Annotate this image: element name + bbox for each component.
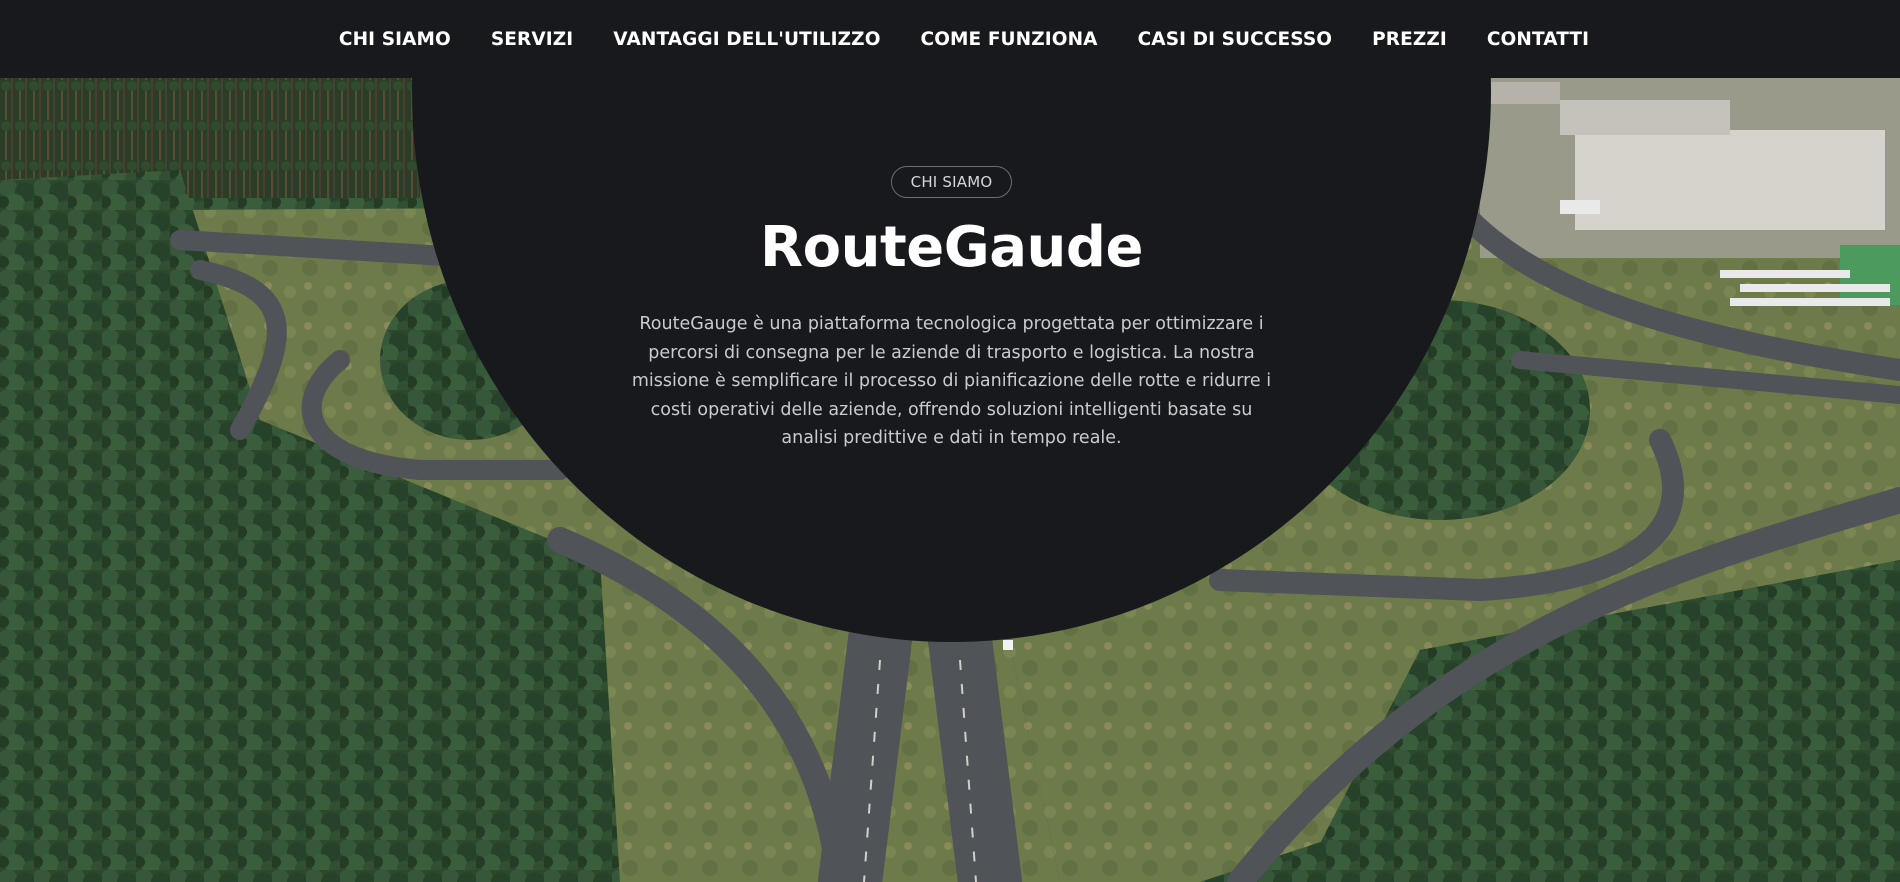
- nav-item-prezzi[interactable]: PREZZI: [1352, 29, 1467, 50]
- hero-description: RouteGauge è una piattaforma tecnologica…: [631, 314, 1272, 448]
- nav-item-casi-di-successo[interactable]: CASI DI SUCCESSO: [1118, 29, 1353, 50]
- nav-item-contatti[interactable]: CONTATTI: [1467, 29, 1609, 50]
- page-title: RouteGaude: [760, 215, 1143, 280]
- nav-item-chi-siamo[interactable]: CHI SIAMO: [319, 29, 471, 50]
- nav-item-servizi[interactable]: SERVIZI: [471, 29, 593, 50]
- hero-content: CHI SIAMO RouteGaude RouteGauge è una pi…: [412, 150, 1491, 453]
- section-badge: CHI SIAMO: [890, 166, 1013, 198]
- nav-item-vantaggi[interactable]: VANTAGGI DELL'UTILIZZO: [593, 29, 900, 50]
- nav-menu: CHI SIAMO SERVIZI VANTAGGI DELL'UTILIZZO…: [319, 29, 1609, 50]
- main-navigation: CHI SIAMO SERVIZI VANTAGGI DELL'UTILIZZO…: [0, 0, 1900, 78]
- nav-item-come-funziona[interactable]: COME FUNZIONA: [901, 29, 1118, 50]
